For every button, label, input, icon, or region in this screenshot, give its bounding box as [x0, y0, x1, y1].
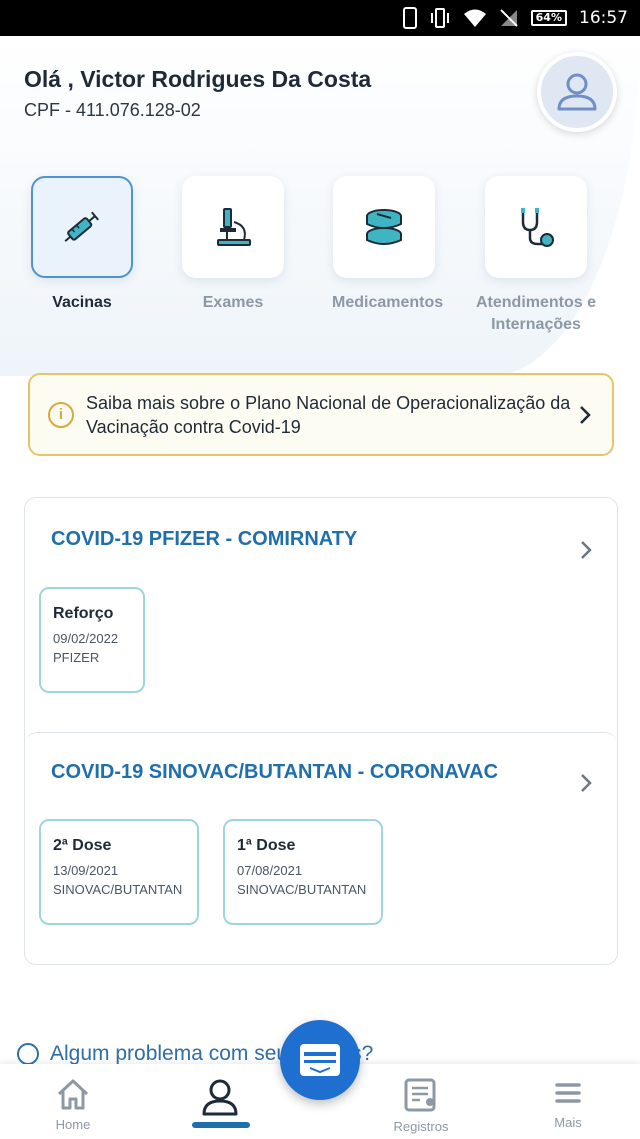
category-vacinas[interactable]: Vacinas — [30, 176, 134, 314]
info-icon: i — [48, 401, 74, 428]
covid-plan-banner[interactable]: i Saiba mais sobre o Plano Nacional de O… — [28, 373, 614, 456]
nav-label: Home — [55, 1117, 91, 1132]
nav-home[interactable]: Home — [23, 1078, 123, 1132]
status-bar: 64% 16:57 — [0, 0, 640, 36]
nav-profile[interactable] — [170, 1078, 270, 1123]
category-exames[interactable]: Exames — [181, 176, 285, 314]
dose-date: 13/09/2021 — [53, 863, 119, 878]
category-atendimentos[interactable]: Atendimentos e Internações — [472, 176, 600, 336]
dose-name: 2ª Dose — [53, 837, 112, 854]
help-icon — [17, 1043, 39, 1065]
chevron-right-icon — [581, 541, 592, 559]
nav-mais[interactable]: Mais — [518, 1078, 618, 1130]
nav-label: Registros — [393, 1119, 449, 1134]
microscope-icon — [217, 208, 251, 246]
stethoscope-icon — [521, 208, 554, 247]
wallet-fab[interactable] — [280, 1020, 360, 1100]
dose-manufacturer: PFIZER — [53, 650, 100, 665]
phone-icon — [402, 7, 417, 29]
syringe-icon — [64, 211, 100, 242]
greeting: Olá , Victor Rodrigues Da Costa — [24, 66, 372, 92]
dose-date: 09/02/2022 — [53, 631, 119, 646]
dose-name: Reforço — [53, 605, 114, 622]
dose-manufacturer: SINOVAC/BUTANTAN — [237, 882, 367, 897]
clock: 16:57 — [579, 8, 628, 28]
category-label: Atendimentos e Internações — [475, 294, 596, 333]
cpf-number: CPF - 411.076.128-02 — [24, 100, 201, 120]
chevron-right-icon — [580, 405, 591, 424]
banner-text: Saiba mais sobre o Plano Nacional de Ope… — [86, 392, 571, 437]
category-tile — [31, 176, 133, 278]
category-label: Vacinas — [52, 294, 112, 311]
user-icon — [202, 1079, 238, 1116]
dose-card[interactable]: 2ª Dose 13/09/2021 SINOVAC/BUTANTAN — [39, 819, 199, 925]
category-medicamentos[interactable]: Medicamentos — [332, 176, 444, 314]
vaccine-title: COVID-19 PFIZER - COMIRNATY — [51, 528, 358, 550]
nav-active-indicator — [192, 1122, 250, 1128]
category-label: Medicamentos — [332, 294, 444, 311]
dose-name: 1ª Dose — [237, 837, 296, 854]
menu-icon — [555, 1083, 581, 1103]
user-icon — [557, 73, 597, 111]
category-label: Exames — [202, 294, 264, 311]
registry-icon — [404, 1078, 436, 1112]
card-icon — [300, 1044, 340, 1076]
nav-label: Mais — [554, 1115, 582, 1130]
wifi-icon — [463, 8, 487, 28]
vaccine-title: COVID-19 SINOVAC/BUTANTAN - CORONAVAC — [51, 761, 499, 783]
dose-manufacturer: SINOVAC/BUTANTAN — [53, 882, 183, 897]
category-tile — [333, 176, 435, 278]
avatar[interactable] — [537, 52, 617, 132]
dose-date: 07/08/2021 — [237, 863, 303, 878]
chevron-right-icon — [581, 774, 592, 792]
pills-icon — [366, 209, 402, 245]
home-icon — [57, 1079, 89, 1110]
nav-registros[interactable]: Registros — [371, 1078, 471, 1134]
dose-card[interactable]: Reforço 09/02/2022 PFIZER — [39, 587, 145, 693]
no-signal-icon — [499, 8, 519, 28]
vaccine-card[interactable]: COVID-19 PFIZER - COMIRNATY Reforço 09/0… — [25, 498, 617, 732]
category-tile — [485, 176, 587, 278]
vaccine-card[interactable]: COVID-19 SINOVAC/BUTANTAN - CORONAVAC 2ª… — [25, 732, 617, 964]
dose-card[interactable]: 1ª Dose 07/08/2021 SINOVAC/BUTANTAN — [223, 819, 383, 925]
vaccine-list: COVID-19 PFIZER - COMIRNATY Reforço 09/0… — [24, 497, 618, 965]
vibrate-icon — [429, 7, 451, 29]
category-tile — [182, 176, 284, 278]
battery-indicator: 64% — [530, 10, 567, 26]
